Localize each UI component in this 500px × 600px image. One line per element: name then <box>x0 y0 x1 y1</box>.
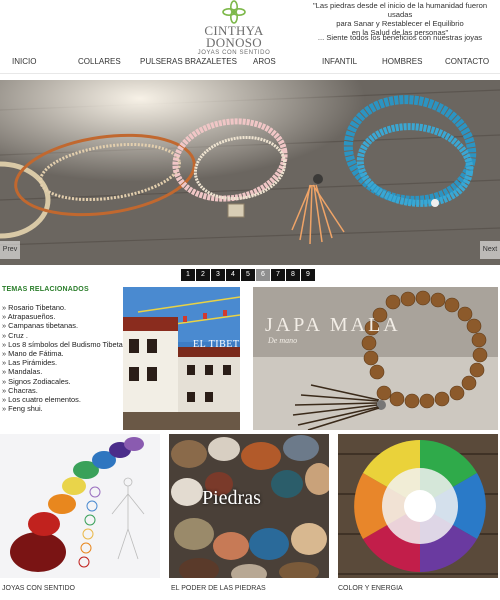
quote-line: "Las piedras desde el inicio de la human… <box>312 1 488 19</box>
pager-page-9[interactable]: 9 <box>301 269 315 281</box>
related-title: TEMAS RELACIONADOS <box>2 286 89 293</box>
logo[interactable]: CINTHYA DONOSO JOYAS CON SENTIDO <box>186 0 282 56</box>
lotus-logo-icon <box>222 0 246 24</box>
pager-page-7[interactable]: 7 <box>271 269 285 281</box>
related-topics: TEMAS RELACIONADOS Rosario Tibetano. Atr… <box>2 286 133 413</box>
joyas-con-sentido-tile[interactable] <box>0 434 160 578</box>
slider-pager: 1 2 3 4 5 6 7 8 9 <box>181 269 315 281</box>
nav-item-inicio[interactable]: INICIO <box>12 57 36 66</box>
nav-item-collares[interactable]: COLLARES <box>78 57 121 66</box>
related-link[interactable]: Mandalas. <box>2 367 120 376</box>
japa-subtitle: De mano <box>268 336 298 345</box>
tibet-tile[interactable] <box>123 287 240 430</box>
quote-line: para Sanar y Restablecer el Equilibrio <box>336 19 464 28</box>
pager-page-6[interactable]: 6 <box>256 269 270 281</box>
related-link[interactable]: Feng shui. <box>2 404 120 413</box>
japa-mala-photo <box>253 287 498 430</box>
related-link[interactable]: Rosario Tibetano. <box>2 303 120 312</box>
pager-page-3[interactable]: 3 <box>211 269 225 281</box>
chakra-stones-photo <box>0 434 160 578</box>
logo-name: CINTHYA DONOSO <box>204 23 264 50</box>
pager-page-8[interactable]: 8 <box>286 269 300 281</box>
pager-page-1[interactable]: 1 <box>181 269 195 281</box>
tibet-photo <box>123 287 240 430</box>
pager-page-5[interactable]: 5 <box>241 269 255 281</box>
pager-page-2[interactable]: 2 <box>196 269 210 281</box>
related-link[interactable]: Cruz . <box>2 331 120 340</box>
nav-item-pulseras[interactable]: PULSERAS BRAZALETES <box>140 57 237 66</box>
pager-page-4[interactable]: 4 <box>226 269 240 281</box>
related-link[interactable]: Los cuatro elementos. <box>2 395 120 404</box>
nav-item-contacto[interactable]: CONTACTO <box>445 57 489 66</box>
color-energia-tile[interactable] <box>338 434 498 578</box>
bracelets-photo <box>0 80 500 265</box>
related-link[interactable]: Mano de Fátima. <box>2 349 120 358</box>
label-poder-piedras[interactable]: EL PODER DE LAS PIEDRAS <box>171 585 266 592</box>
hero-slider[interactable]: Prev Next <box>0 80 500 265</box>
nav-item-hombres[interactable]: HOMBRES <box>382 57 422 66</box>
related-link[interactable]: Campanas tibetanas. <box>2 321 120 330</box>
japa-title: JAPA MALA <box>265 314 401 336</box>
header-quote: "Las piedras desde el inicio de la human… <box>300 1 500 37</box>
nav-item-infantil[interactable]: INFANTIL <box>322 57 357 66</box>
label-color-energia[interactable]: COLOR Y ENERGIA <box>338 585 403 592</box>
main-nav: INICIO COLLARES PULSERAS BRAZALETES AROS… <box>0 53 500 71</box>
benefits-link[interactable]: ... Siente todos los beneficios con nues… <box>300 33 500 42</box>
tibet-overlay: EL TIBET <box>193 339 240 350</box>
slider-next-button[interactable]: Next <box>480 241 500 259</box>
nav-divider <box>0 73 500 74</box>
related-link[interactable]: Signos Zodiacales. <box>2 377 120 386</box>
japa-mala-tile[interactable] <box>253 287 498 430</box>
piedras-overlay: Piedras <box>202 487 261 509</box>
nav-item-aros[interactable]: AROS <box>253 57 276 66</box>
related-link[interactable]: Atrapasueños. <box>2 312 120 321</box>
related-link[interactable]: Los 8 símbolos del Budismo Tibetano. <box>2 340 133 349</box>
related-link[interactable]: Las Pirámides. <box>2 358 120 367</box>
header: CINTHYA DONOSO JOYAS CON SENTIDO "Las pi… <box>0 0 500 56</box>
related-link[interactable]: Chacras. <box>2 386 120 395</box>
label-joyas-con-sentido[interactable]: JOYAS CON SENTIDO <box>2 585 75 592</box>
slider-prev-button[interactable]: Prev <box>0 241 20 259</box>
color-wheel-photo <box>338 434 498 578</box>
related-list: Rosario Tibetano. Atrapasueños. Campanas… <box>2 303 133 413</box>
